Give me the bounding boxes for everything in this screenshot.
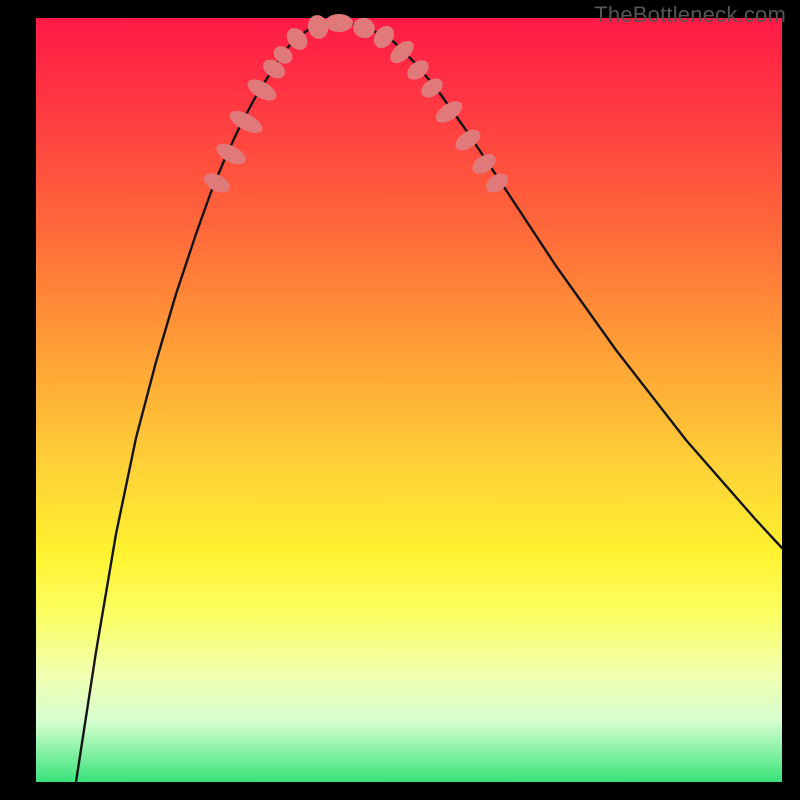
curve-marker (325, 14, 353, 32)
bottleneck-curve-path (76, 22, 782, 782)
curve-marker (244, 75, 280, 105)
chart-frame: TheBottleneck.com (0, 0, 800, 800)
curve-marker (201, 169, 233, 196)
watermark-text: TheBottleneck.com (594, 2, 786, 28)
marker-layer (201, 13, 512, 197)
curve-marker (350, 15, 378, 41)
chart-svg (36, 18, 782, 782)
curve-marker (226, 106, 265, 137)
